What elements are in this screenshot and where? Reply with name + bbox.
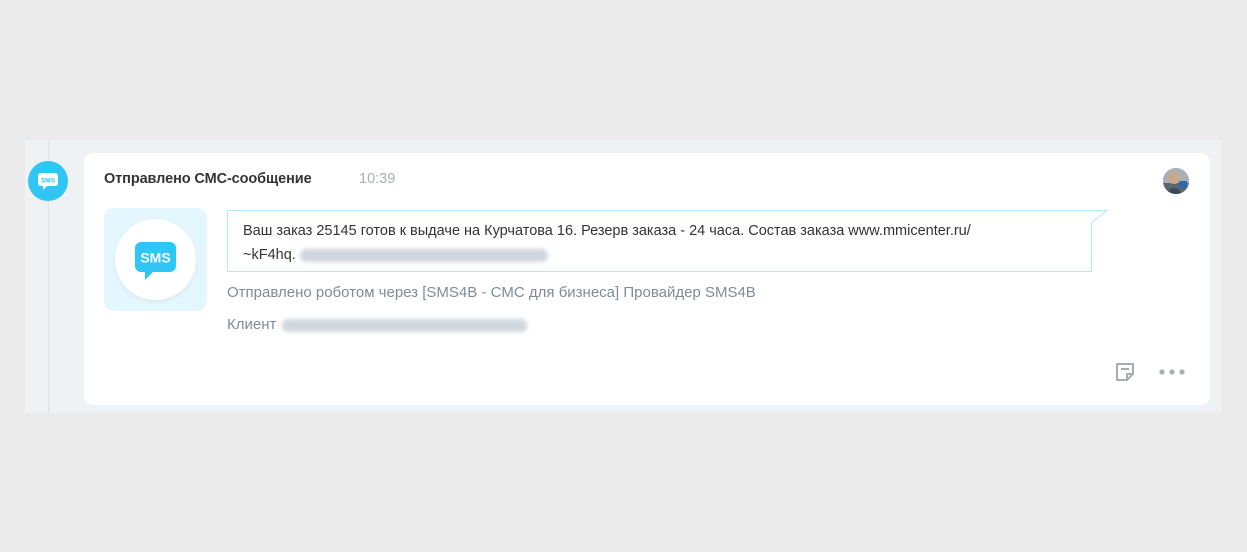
sms-logo-label: SMS xyxy=(140,250,170,266)
sms-logo-icon: SMS xyxy=(135,242,176,280)
timeline-icon-label: SMS xyxy=(41,178,56,185)
client-row: Клиент xyxy=(227,316,528,333)
message-line-1: Ваш заказ 25145 готов к выдаче на Курчат… xyxy=(243,219,1076,243)
activity-time: 10:39 xyxy=(359,171,396,187)
redacted-text xyxy=(299,248,548,262)
bubble-tail xyxy=(1089,210,1109,223)
sms-bubble-icon: SMS xyxy=(28,161,68,201)
activity-card: Отправлено СМС-сообщение 10:39 SMS Ваш з… xyxy=(84,153,1210,405)
message-bubble: Ваш заказ 25145 готов к выдаче на Курчат… xyxy=(227,210,1092,272)
avatar[interactable] xyxy=(1163,168,1189,194)
more-dots-glyph xyxy=(1159,369,1185,375)
note-icon[interactable] xyxy=(1114,361,1136,383)
sms-bubble-glyph: SMS xyxy=(38,173,58,190)
redacted-client[interactable] xyxy=(282,318,528,332)
message-line-2: ~kF4hq. xyxy=(243,243,1076,267)
message-text-1: Ваш заказ 25145 готов к выдаче на Курчат… xyxy=(243,223,971,239)
more-dots-icon[interactable] xyxy=(1156,361,1188,383)
avatar-image xyxy=(1163,168,1189,194)
note-glyph xyxy=(1116,363,1134,381)
message-text-2: ~kF4hq. xyxy=(243,247,296,263)
sms-logo-circle: SMS xyxy=(115,219,196,300)
activity-title: Отправлено СМС-сообщение xyxy=(104,171,312,187)
client-label: Клиент xyxy=(227,316,277,333)
sent-via-text: Отправлено роботом через [SMS4B - CMC дл… xyxy=(227,284,756,301)
sms-logo-tile: SMS xyxy=(104,208,207,311)
